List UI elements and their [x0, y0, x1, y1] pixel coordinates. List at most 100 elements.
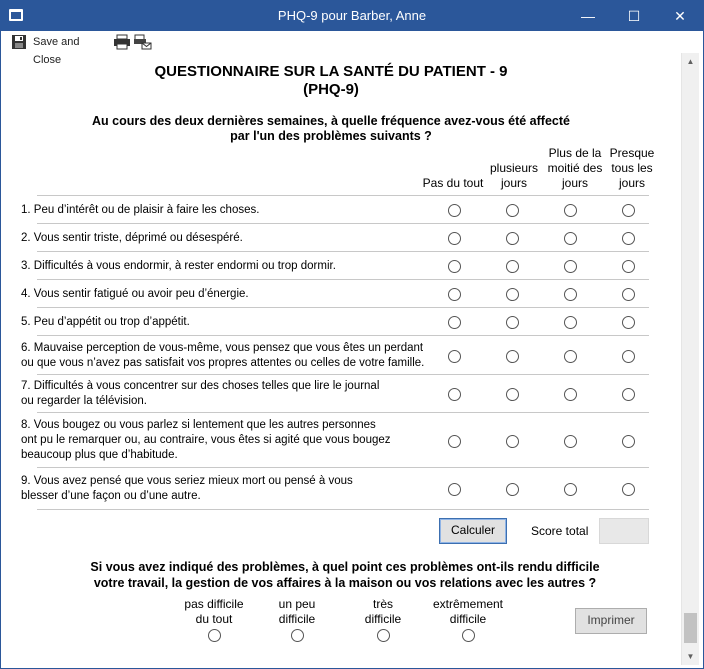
question-6-option-1-radio[interactable] — [448, 350, 461, 363]
question-2-option-1-radio[interactable] — [448, 232, 461, 245]
question-6-option-2-radio[interactable] — [506, 350, 519, 363]
scrollbar-thumb[interactable] — [684, 613, 697, 643]
toolbar: Save and Close — [1, 31, 703, 66]
severity-2-line2: difficile — [278, 612, 316, 626]
floppy-disk-icon — [12, 35, 26, 49]
question-4-option-3-radio[interactable] — [564, 288, 577, 301]
form-title: QUESTIONNAIRE SUR LA SANTÉ DU PATIENT - … — [154, 63, 508, 80]
question-1-option-4-radio[interactable] — [622, 204, 635, 217]
column-header-4-line1: Presque — [609, 146, 655, 160]
difficulty-question-line-1: Si vous avez indiqué des problèmes, à qu… — [90, 560, 600, 574]
question-6-text: ou que vous n’avez pas satisfait vos pro… — [21, 357, 425, 369]
question-4-text: 4. Vous sentir fatigué ou avoir peu d’én… — [21, 288, 249, 300]
form-content: QUESTIONNAIRE SUR LA SANTÉ DU PATIENT - … — [5, 53, 681, 665]
question-2-option-4-radio[interactable] — [622, 232, 635, 245]
intro-line-2: par l'un des problèmes suivants ? — [230, 129, 432, 143]
question-3-option-3-radio[interactable] — [564, 260, 577, 273]
close-button[interactable]: ✕ — [657, 1, 703, 31]
column-header-4-line2: tous les — [611, 161, 653, 175]
title-bar: PHQ-9 pour Barber, Anne — ☐ ✕ — [1, 1, 703, 31]
question-row-3: 3. Difficultés à vous endormir, à rester… — [21, 251, 649, 280]
question-8-text: ont pu le remarquer ou, au contraire, vo… — [21, 434, 391, 446]
column-header-3-line2: moitié des — [547, 161, 603, 175]
question-1-text: 1. Peu d’intérêt ou de plaisir à faire l… — [21, 204, 260, 216]
question-9-option-1-radio[interactable] — [448, 483, 461, 496]
question-7-text: ou regarder la télévision. — [21, 395, 147, 407]
minimize-button[interactable]: — — [565, 1, 611, 31]
column-header-3-line1: Plus de la — [548, 146, 602, 160]
question-1-option-2-radio[interactable] — [506, 204, 519, 217]
question-2-option-2-radio[interactable] — [506, 232, 519, 245]
difficulty-question-line-2: votre travail, la gestion de vos affaire… — [93, 576, 597, 590]
severity-3-line1: très — [372, 597, 393, 611]
question-6-option-3-radio[interactable] — [564, 350, 577, 363]
column-header-3-line3: jours — [561, 176, 588, 190]
print-button[interactable]: Imprimer — [575, 608, 647, 634]
phq9-window: PHQ-9 pour Barber, Anne — ☐ ✕ Save and C… — [0, 0, 704, 669]
maximize-button[interactable]: ☐ — [611, 1, 657, 31]
question-2-option-3-radio[interactable] — [564, 232, 577, 245]
question-row-5: 5. Peu d’appétit ou trop d’appétit. — [21, 307, 649, 336]
question-7-option-4-radio[interactable] — [622, 388, 635, 401]
question-9-option-3-radio[interactable] — [564, 483, 577, 496]
total-score-field — [599, 518, 649, 544]
question-5-option-3-radio[interactable] — [564, 316, 577, 329]
severity-option-2-radio[interactable] — [291, 629, 304, 642]
question-row-4: 4. Vous sentir fatigué ou avoir peu d’én… — [21, 279, 649, 308]
question-5-option-1-radio[interactable] — [448, 316, 461, 329]
question-8-option-4-radio[interactable] — [622, 435, 635, 448]
question-3-option-1-radio[interactable] — [448, 260, 461, 273]
calculate-button[interactable]: Calculer — [439, 518, 507, 544]
question-4-option-4-radio[interactable] — [622, 288, 635, 301]
total-score-label: Score total — [531, 524, 589, 538]
severity-option-4-radio[interactable] — [462, 629, 475, 642]
question-9-text: blesser d’une façon ou d’une autre. — [21, 490, 201, 502]
question-7-text: 7. Difficultés à vous concentrer sur des… — [21, 380, 380, 392]
table-bottom-divider — [37, 509, 649, 510]
severity-option-1-radio[interactable] — [208, 629, 221, 642]
question-3-text: 3. Difficultés à vous endormir, à rester… — [21, 260, 336, 272]
question-1-option-3-radio[interactable] — [564, 204, 577, 217]
question-4-option-2-radio[interactable] — [506, 288, 519, 301]
column-header-4-line3: jours — [618, 176, 645, 190]
question-4-option-1-radio[interactable] — [448, 288, 461, 301]
print-email-icon[interactable] — [134, 34, 152, 50]
question-9-option-2-radio[interactable] — [506, 483, 519, 496]
question-row-8: 8. Vous bougez ou vous parlez si lenteme… — [21, 412, 649, 468]
severity-3-line2: difficile — [364, 612, 402, 626]
scroll-down-arrow-icon[interactable]: ▼ — [682, 648, 699, 665]
question-6-text: 6. Mauvaise perception de vous-même, vou… — [21, 342, 424, 354]
question-7-option-3-radio[interactable] — [564, 388, 577, 401]
question-row-7: 7. Difficultés à vous concentrer sur des… — [21, 374, 649, 413]
intro-line-1: Au cours des deux dernières semaines, à … — [92, 114, 570, 128]
question-7-option-2-radio[interactable] — [506, 388, 519, 401]
save-close-label: Save and Close — [33, 36, 80, 66]
vertical-scrollbar[interactable]: ▲ ▼ — [681, 53, 699, 665]
question-7-option-1-radio[interactable] — [448, 388, 461, 401]
column-header-2-line3: jours — [500, 176, 527, 190]
question-8-option-3-radio[interactable] — [564, 435, 577, 448]
question-3-option-2-radio[interactable] — [506, 260, 519, 273]
question-5-text: 5. Peu d’appétit ou trop d’appétit. — [21, 316, 190, 328]
question-row-6: 6. Mauvaise perception de vous-même, vou… — [21, 335, 649, 375]
question-6-option-4-radio[interactable] — [622, 350, 635, 363]
question-1-option-1-radio[interactable] — [448, 204, 461, 217]
question-5-option-2-radio[interactable] — [506, 316, 519, 329]
severity-4-line2: difficile — [449, 612, 487, 626]
column-header-1-line3: Pas du tout — [422, 176, 484, 190]
question-row-1: 1. Peu d’intérêt ou de plaisir à faire l… — [21, 195, 649, 224]
question-5-option-4-radio[interactable] — [622, 316, 635, 329]
question-8-text: beaucoup plus que d’habitude. — [21, 449, 178, 461]
save-close-button[interactable]: Save and Close — [9, 33, 109, 66]
question-8-option-1-radio[interactable] — [448, 435, 461, 448]
printer-icon[interactable] — [113, 34, 131, 50]
question-row-9: 9. Vous avez pensé que vous seriez mieux… — [21, 467, 649, 510]
question-9-option-4-radio[interactable] — [622, 483, 635, 496]
question-3-option-4-radio[interactable] — [622, 260, 635, 273]
scroll-up-arrow-icon[interactable]: ▲ — [682, 53, 699, 70]
question-2-text: 2. Vous sentir triste, déprimé ou désesp… — [21, 232, 243, 244]
severity-4-line1: extrêmement — [432, 597, 504, 611]
form-subtitle: (PHQ-9) — [303, 81, 359, 98]
question-8-option-2-radio[interactable] — [506, 435, 519, 448]
severity-option-3-radio[interactable] — [377, 629, 390, 642]
